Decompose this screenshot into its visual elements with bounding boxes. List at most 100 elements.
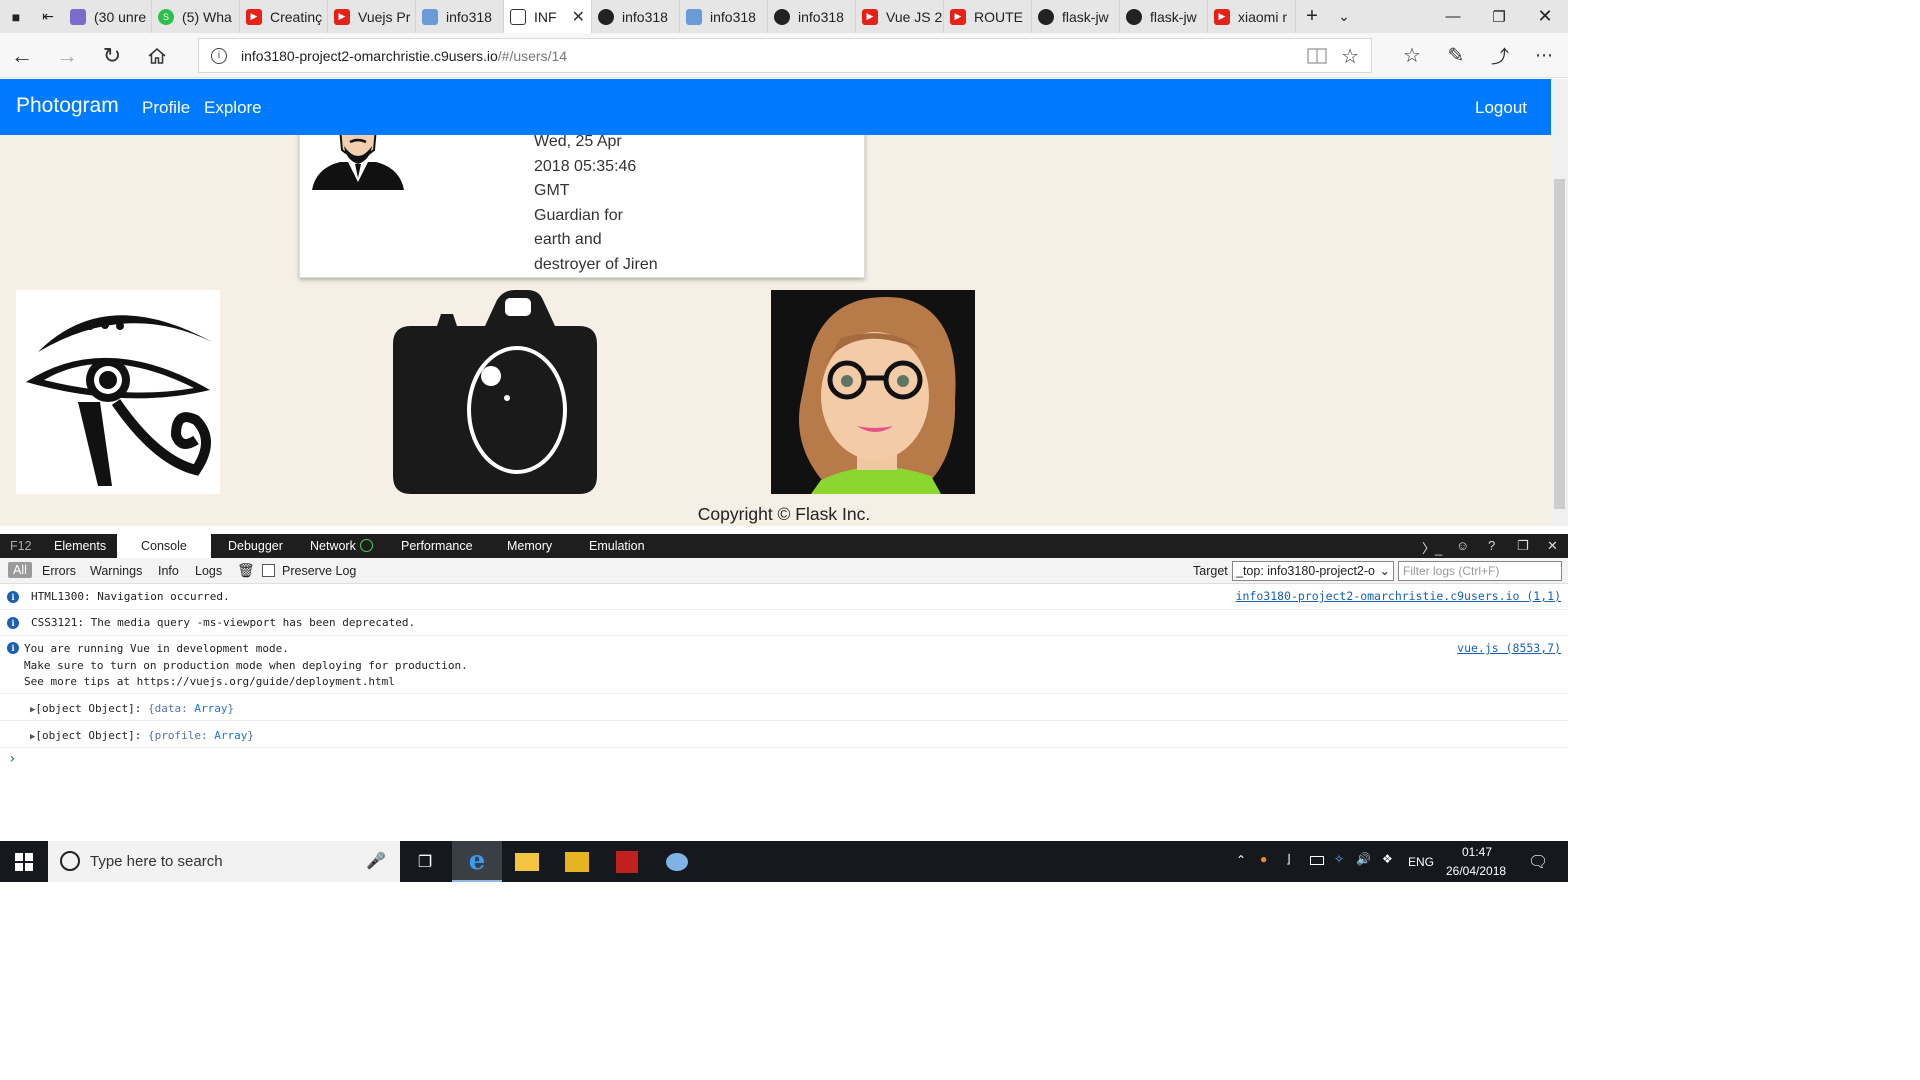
browser-tab[interactable]: ▶ Vuejs Pr xyxy=(328,0,416,33)
console-input[interactable]: › xyxy=(0,748,1568,778)
language-indicator[interactable]: ENG xyxy=(1408,855,1434,869)
share-icon[interactable]: ⤴ xyxy=(1478,33,1522,78)
filter-logs[interactable]: Logs xyxy=(195,564,222,578)
filter-info[interactable]: Info xyxy=(158,564,179,578)
forward-button[interactable]: → xyxy=(45,33,89,78)
preserve-log-checkbox[interactable] xyxy=(262,564,275,577)
devtools-tab-emulation[interactable]: Emulation xyxy=(589,534,645,558)
browser-tab[interactable]: INF ✕ xyxy=(504,0,592,33)
taskbar-paint-app[interactable] xyxy=(652,841,702,882)
browser-tab[interactable]: S (5) Wha xyxy=(152,0,240,33)
console-log-entry: i You are running Vue in development mod… xyxy=(0,636,1568,694)
object-row: ▶[object Object]: {profile: Array} xyxy=(30,728,254,746)
tab-manager-icon[interactable]: ■ xyxy=(0,0,32,33)
wifi-icon[interactable]: ⌋ xyxy=(1286,852,1291,866)
filter-logs-input[interactable]: Filter logs (Ctrl+F) xyxy=(1398,561,1562,581)
help-icon[interactable]: ? xyxy=(1488,538,1495,553)
undock-icon[interactable]: ❐ xyxy=(1517,538,1529,554)
url-field[interactable]: i info3180-project2-omarchristie.c9users… xyxy=(198,38,1372,73)
nav-explore-link[interactable]: Explore xyxy=(204,98,262,118)
set-tabs-aside-icon[interactable]: ⇤ xyxy=(32,0,64,33)
post-image-eye-of-horus[interactable] xyxy=(16,290,220,494)
clock-date[interactable]: 26/04/2018 xyxy=(1446,864,1506,878)
browser-tab[interactable]: flask-jw xyxy=(1120,0,1208,33)
devtools-tab-debugger[interactable]: Debugger xyxy=(228,534,283,558)
firefox-tray-icon[interactable]: ● xyxy=(1260,852,1267,866)
site-info-icon[interactable]: i xyxy=(211,47,227,64)
devtools-tab-console[interactable]: Console xyxy=(117,534,211,558)
close-window-button[interactable]: ✕ xyxy=(1522,0,1568,33)
action-center-icon[interactable]: 🗨 xyxy=(1528,852,1548,872)
log-source-link[interactable]: info3180-project2-omarchristie.c9users.i… xyxy=(1236,589,1561,603)
volume-icon[interactable]: 🔊 xyxy=(1356,852,1371,866)
clock-time[interactable]: 01:47 xyxy=(1462,845,1492,859)
target-select[interactable]: _top: info3180-project2-o ⌄ xyxy=(1232,561,1394,581)
console-toggle-icon[interactable]: 〉_ xyxy=(1422,538,1442,557)
devtools-tab-performance[interactable]: Performance xyxy=(401,534,473,558)
more-options-icon[interactable]: ⋯ xyxy=(1522,33,1566,78)
devtools-tab-memory[interactable]: Memory xyxy=(507,534,552,558)
show-hidden-icons-chevron[interactable]: ⌃ xyxy=(1236,853,1246,867)
logout-link[interactable]: Logout xyxy=(1475,98,1527,118)
app-navbar: Photogram Profile Explore Logout xyxy=(0,79,1551,135)
task-view-button[interactable]: ❐ xyxy=(400,841,450,882)
page-scrollbar[interactable] xyxy=(1551,79,1568,526)
console-object-entry[interactable]: ▶[object Object]: {data: Array} xyxy=(0,694,1568,721)
home-button[interactable] xyxy=(135,33,179,78)
browser-tab[interactable]: info318 xyxy=(592,0,680,33)
favorite-star-icon[interactable]: ☆ xyxy=(1341,44,1359,69)
browser-tab[interactable]: info318 xyxy=(768,0,856,33)
post-image-camera[interactable] xyxy=(393,290,597,494)
taskbar-media-app[interactable] xyxy=(552,841,602,882)
minimize-button[interactable]: — xyxy=(1430,0,1476,33)
back-button[interactable]: ← xyxy=(0,33,44,78)
chevron-down-icon: ⌄ xyxy=(1379,564,1390,578)
brand-link[interactable]: Photogram xyxy=(16,94,119,118)
browser-tab[interactable]: ▶ ROUTE xyxy=(944,0,1032,33)
filter-all[interactable]: All xyxy=(8,562,32,578)
browser-tab-label: (30 unre xyxy=(94,8,147,25)
refresh-button[interactable]: ↻ xyxy=(90,33,134,78)
filter-errors[interactable]: Errors xyxy=(42,564,76,578)
battery-icon[interactable] xyxy=(1310,856,1324,865)
browser-tab[interactable]: flask-jw xyxy=(1032,0,1120,33)
github-icon xyxy=(774,8,790,25)
nav-profile-link[interactable]: Profile xyxy=(142,98,190,118)
microphone-icon[interactable]: 🎤 xyxy=(366,851,386,871)
taskbar-file-explorer-app[interactable] xyxy=(502,841,552,882)
dropbox-icon[interactable]: ❖ xyxy=(1382,852,1393,866)
new-tab-button[interactable]: + xyxy=(1296,0,1328,33)
address-bar-row: ← → ↻ i info3180-project2-omarchristie.c… xyxy=(0,33,1568,78)
devtools-tab-network[interactable]: Network xyxy=(310,534,356,558)
log-source-link[interactable]: vue.js (8553,7) xyxy=(1457,641,1561,655)
scrollbar-thumb[interactable] xyxy=(1554,179,1565,509)
close-tab-icon[interactable]: ✕ xyxy=(572,7,585,27)
github-icon xyxy=(1038,8,1054,25)
browser-tab[interactable]: ▶ Vue JS 2 xyxy=(856,0,944,33)
console-object-entry[interactable]: ▶[object Object]: {profile: Array} xyxy=(0,721,1568,748)
web-note-icon[interactable]: ✎ xyxy=(1434,33,1478,78)
start-button[interactable] xyxy=(0,841,48,882)
taskbar-search-box[interactable]: Type here to search 🎤 xyxy=(48,841,400,882)
taskbar-edge-app[interactable]: e xyxy=(452,841,502,882)
console-output: i HTML1300: Navigation occurred. info318… xyxy=(0,584,1568,840)
devtools-tab-elements[interactable]: Elements xyxy=(54,534,106,558)
taskbar-acrobat-app[interactable] xyxy=(602,841,652,882)
browser-tab[interactable]: ▶ xiaomi r xyxy=(1208,0,1296,33)
close-devtools-icon[interactable]: ✕ xyxy=(1547,538,1558,554)
restore-button[interactable]: ❐ xyxy=(1476,0,1522,33)
clear-console-icon[interactable]: 🗑 xyxy=(237,562,255,579)
favorites-hub-icon[interactable]: ☆ xyxy=(1390,33,1434,78)
browser-tab[interactable]: info318 xyxy=(416,0,504,33)
feedback-icon[interactable]: ☺ xyxy=(1456,538,1469,553)
browser-tab[interactable]: ▶ Creatinç xyxy=(240,0,328,33)
browser-tab[interactable]: (30 unre xyxy=(64,0,152,33)
page-footer: Copyright © Flask Inc. xyxy=(697,504,871,524)
youtube-icon: ▶ xyxy=(246,8,262,25)
tab-preview-chevron-icon[interactable]: ⌄ xyxy=(1328,0,1360,33)
filter-warnings[interactable]: Warnings xyxy=(90,564,142,578)
bluetooth-icon[interactable]: ✧ xyxy=(1334,852,1344,866)
browser-tab[interactable]: info318 xyxy=(680,0,768,33)
reading-view-icon[interactable] xyxy=(1307,47,1327,68)
post-image-girl-avatar[interactable] xyxy=(771,290,975,494)
